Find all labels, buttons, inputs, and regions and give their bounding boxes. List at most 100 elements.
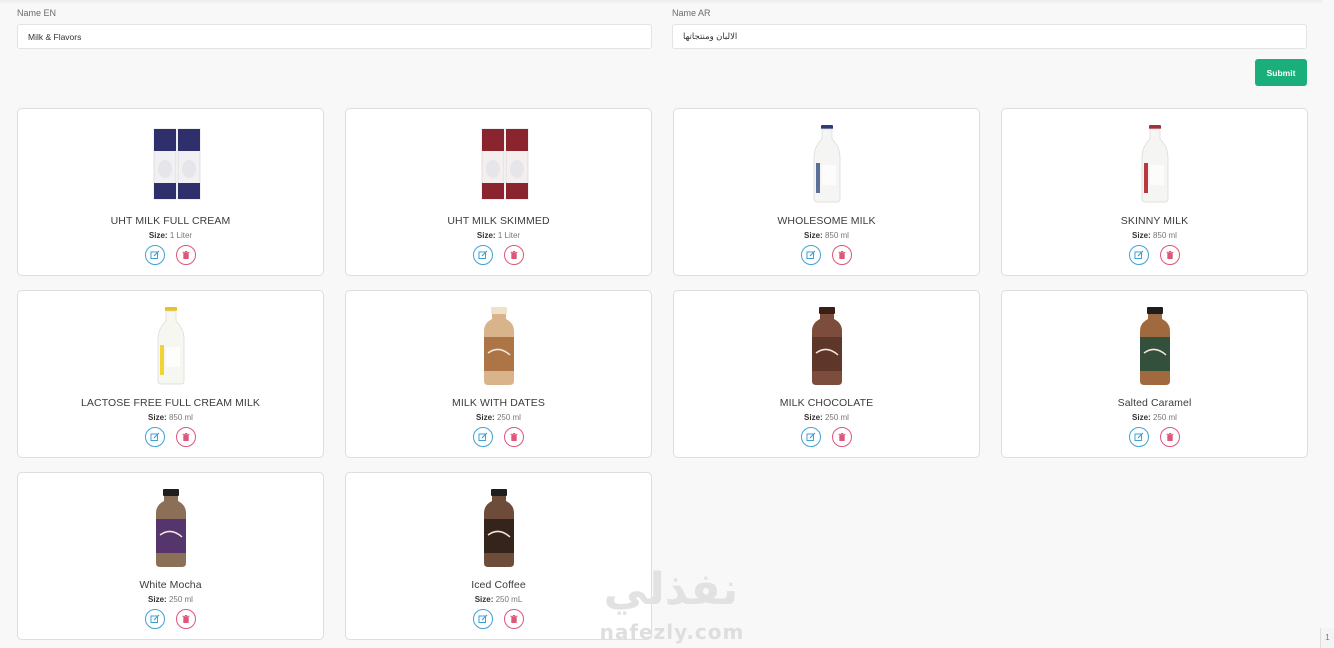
product-size: Size: 850 ml: [674, 231, 979, 240]
product-name: MILK CHOCOLATE: [779, 397, 874, 409]
edit-button[interactable]: [145, 245, 165, 265]
delete-button[interactable]: [176, 609, 196, 629]
product-card: WHOLESOME MILK Size: 850 ml: [673, 108, 980, 276]
product-name: LACTOSE FREE FULL CREAM MILK: [80, 397, 260, 409]
product-size: Size: 250 ml: [18, 595, 323, 604]
size-value: 850 ml: [824, 231, 849, 240]
edit-button[interactable]: [801, 245, 821, 265]
edit-button[interactable]: [801, 427, 821, 447]
product-size: Size: 1 Liter: [346, 231, 651, 240]
edit-button[interactable]: [145, 427, 165, 447]
size-label: Size:: [1132, 413, 1151, 422]
product-image: [155, 489, 186, 567]
name-ar-label: Name AR: [672, 8, 711, 18]
size-label: Size:: [476, 231, 496, 240]
trash-icon: [1166, 433, 1174, 441]
product-size: Size: 250 ml: [346, 413, 651, 422]
product-actions: [674, 245, 979, 265]
size-label: Size:: [148, 595, 167, 604]
product-card: UHT MILK SKIMMED Size: 1 Liter: [345, 108, 652, 276]
name-en-label: Name EN: [17, 8, 57, 18]
edit-icon: [806, 250, 816, 259]
delete-button[interactable]: [176, 427, 196, 447]
product-card: MILK CHOCOLATE Size: 250 ml: [673, 290, 980, 458]
trash-icon: [838, 251, 846, 259]
product-card: LACTOSE FREE FULL CREAM MILK Size: 850 ml: [17, 290, 324, 458]
edit-icon: [150, 432, 160, 441]
product-name: WHOLESOME MILK: [777, 215, 876, 227]
edit-button[interactable]: [1129, 427, 1149, 447]
edit-icon: [150, 614, 160, 623]
product-image: [157, 307, 184, 385]
size-value: 1 Liter: [497, 231, 521, 240]
size-label: Size:: [476, 413, 495, 422]
trash-icon: [1166, 251, 1174, 259]
edit-icon: [1134, 432, 1144, 441]
edit-button[interactable]: [1129, 245, 1149, 265]
delete-button[interactable]: [832, 427, 852, 447]
trash-icon: [510, 433, 518, 441]
product-card: White Mocha Size: 250 ml: [17, 472, 324, 640]
product-actions: [346, 245, 651, 265]
product-image: [483, 489, 514, 567]
delete-button[interactable]: [1160, 427, 1180, 447]
top-bar-shadow: [0, 0, 1322, 4]
size-value: 1 Liter: [169, 231, 193, 240]
size-value: 850 ml: [1152, 231, 1177, 240]
product-card: Salted Caramel Size: 250 ml: [1001, 290, 1308, 458]
product-name: MILK WITH DATES: [452, 397, 545, 409]
delete-button[interactable]: [1160, 245, 1180, 265]
size-label: Size:: [804, 231, 823, 240]
product-actions: [346, 427, 651, 447]
size-value: 250 ml: [1152, 413, 1177, 422]
trash-icon: [182, 615, 190, 623]
delete-button[interactable]: [176, 245, 196, 265]
size-value: 250 mL: [495, 595, 523, 604]
trash-icon: [182, 433, 190, 441]
size-value: 850 ml: [168, 413, 193, 422]
product-image: [153, 128, 200, 200]
product-name: SKINNY MILK: [1120, 215, 1189, 227]
edit-button[interactable]: [473, 427, 493, 447]
edit-icon: [478, 250, 488, 259]
delete-button[interactable]: [504, 609, 524, 629]
scroll-indicator[interactable]: 1: [1320, 628, 1334, 648]
size-label: Size:: [148, 231, 168, 240]
delete-button[interactable]: [504, 245, 524, 265]
product-grid: UHT MILK FULL CREAM Size: 1 Liter UHT MILK…: [17, 108, 1308, 640]
edit-icon: [150, 250, 160, 259]
product-actions: [18, 609, 323, 629]
size-value: 250 ml: [496, 413, 521, 422]
trash-icon: [510, 615, 518, 623]
trash-icon: [182, 251, 190, 259]
product-name: UHT MILK SKIMMED: [447, 215, 550, 227]
product-name: White Mocha: [139, 579, 202, 591]
trash-icon: [510, 251, 518, 259]
product-actions: [1002, 245, 1307, 265]
product-actions: [346, 609, 651, 629]
name-ar-input[interactable]: [672, 24, 1307, 49]
product-name: UHT MILK FULL CREAM: [110, 215, 231, 227]
product-size: Size: 250 ml: [674, 413, 979, 422]
product-actions: [1002, 427, 1307, 447]
name-en-input[interactable]: [17, 24, 652, 49]
edit-button[interactable]: [473, 609, 493, 629]
edit-icon: [806, 432, 816, 441]
size-label: Size:: [148, 413, 167, 422]
size-label: Size:: [804, 413, 823, 422]
edit-icon: [478, 432, 488, 441]
trash-icon: [838, 433, 846, 441]
size-value: 250 ml: [168, 595, 193, 604]
size-value: 250 ml: [824, 413, 849, 422]
delete-button[interactable]: [504, 427, 524, 447]
size-label: Size:: [474, 595, 494, 604]
edit-button[interactable]: [473, 245, 493, 265]
delete-button[interactable]: [832, 245, 852, 265]
submit-button[interactable]: Submit: [1255, 59, 1307, 86]
product-size: Size: 850 ml: [1002, 231, 1307, 240]
edit-icon: [1134, 250, 1144, 259]
product-name: Iced Coffee: [471, 579, 526, 591]
product-image: [481, 128, 528, 200]
edit-button[interactable]: [145, 609, 165, 629]
product-size: Size: 1 Liter: [18, 231, 323, 240]
